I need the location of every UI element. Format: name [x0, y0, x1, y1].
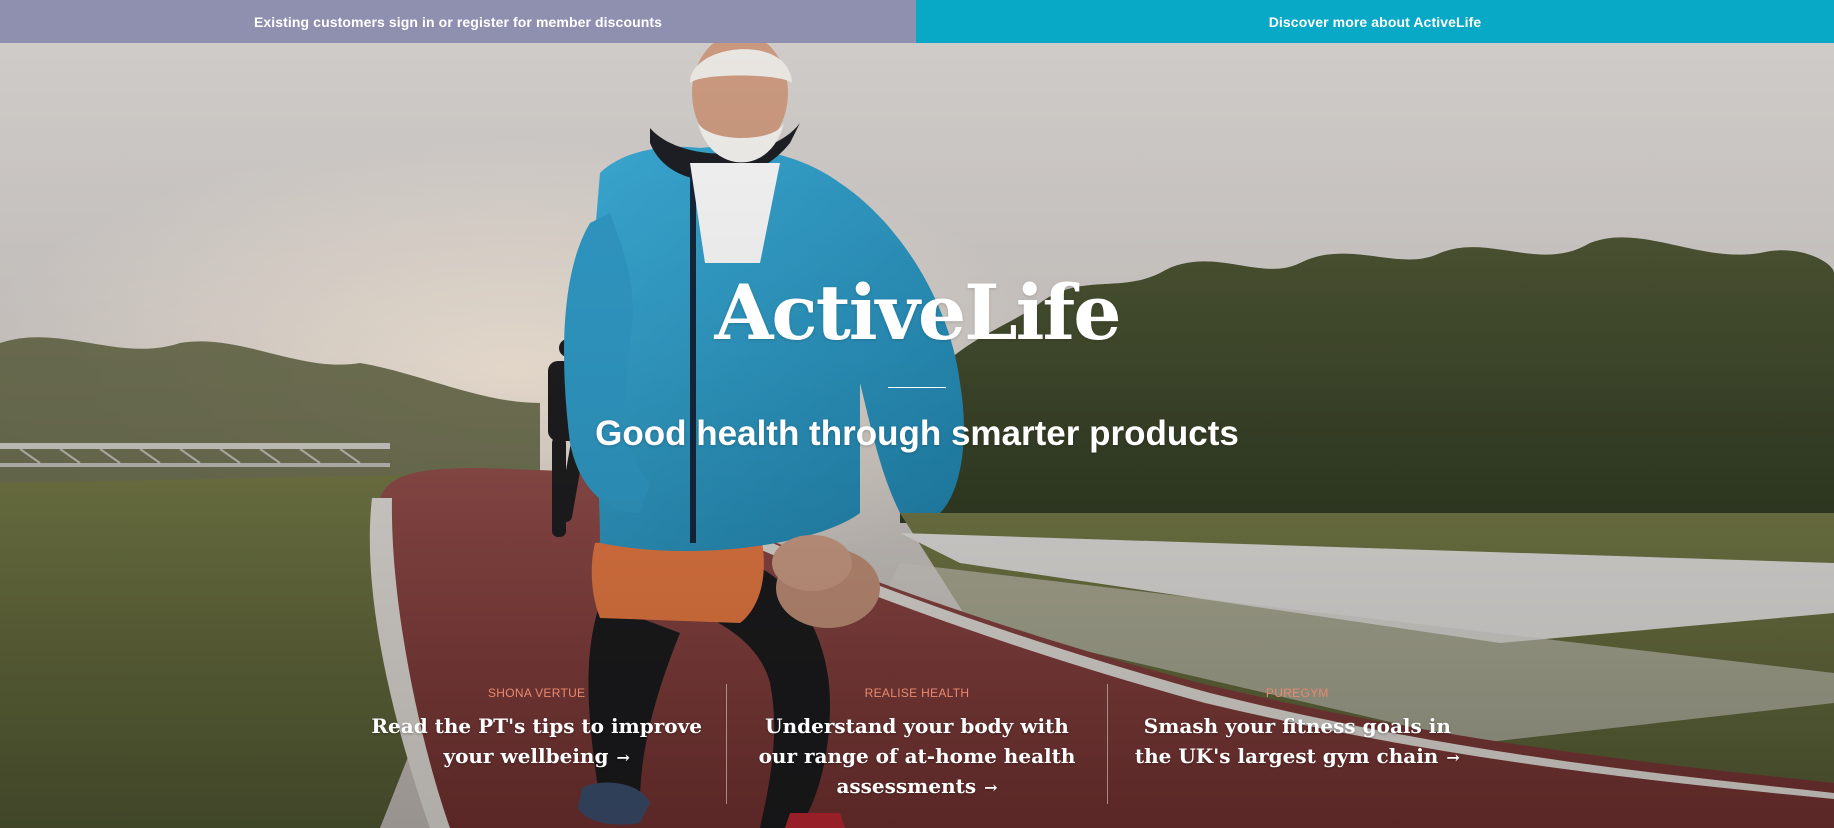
partner-cards: SHONA VERTUE Read the PT's tips to impro…	[347, 684, 1487, 804]
hero-branding: ActiveLife Good health through smarter p…	[0, 275, 1834, 454]
card-source: REALISE HEALTH	[864, 686, 970, 700]
signin-register-label: Existing customers sign in or register f…	[253, 13, 663, 30]
card-headline-text: Smash your fitness goals in the UK's lar…	[1134, 714, 1451, 768]
title-divider	[888, 387, 946, 388]
arrow-right-icon: →	[984, 778, 998, 797]
discover-more-link[interactable]: Discover more about ActiveLife	[916, 0, 1834, 43]
arrow-right-icon: →	[616, 748, 630, 767]
card-headline: Read the PT's tips to improve your wellb…	[371, 711, 702, 773]
top-bar: Existing customers sign in or register f…	[0, 0, 1834, 43]
card-headline: Smash your fitness goals in the UK's lar…	[1132, 711, 1463, 773]
card-puregym[interactable]: PUREGYM Smash your fitness goals in the …	[1106, 684, 1487, 804]
signin-register-link[interactable]: Existing customers sign in or register f…	[0, 0, 916, 43]
card-headline: Understand your body with our range of a…	[751, 711, 1082, 803]
card-shona-vertue[interactable]: SHONA VERTUE Read the PT's tips to impro…	[347, 684, 726, 804]
arrow-right-icon: →	[1446, 748, 1460, 767]
card-headline-text: Understand your body with our range of a…	[758, 714, 1076, 798]
card-source: SHONA VERTUE	[487, 686, 586, 700]
card-source: PUREGYM	[1265, 686, 1329, 700]
brand-tagline: Good health through smarter products	[595, 414, 1239, 453]
card-headline-text: Read the PT's tips to improve your wellb…	[371, 714, 702, 768]
card-realise-health[interactable]: REALISE HEALTH Understand your body with…	[726, 684, 1106, 804]
brand-title: ActiveLife	[714, 268, 1121, 357]
discover-more-label: Discover more about ActiveLife	[1268, 13, 1482, 30]
